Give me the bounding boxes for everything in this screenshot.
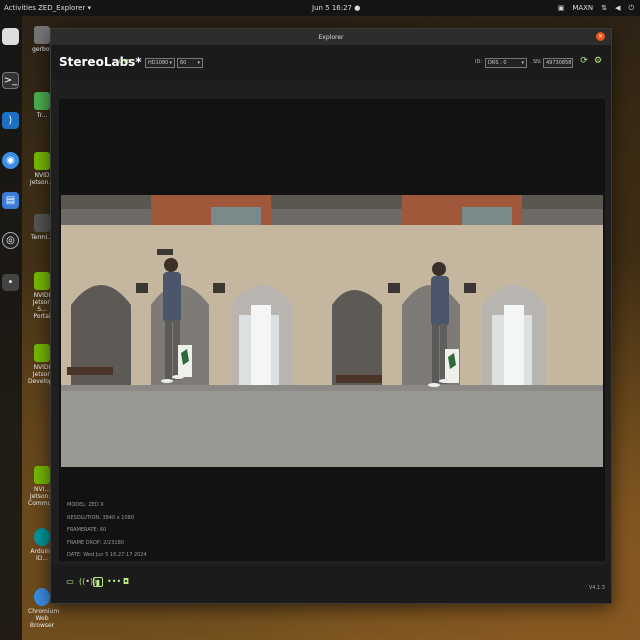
refresh-icon[interactable]: ⟳ <box>579 56 589 66</box>
terminal-icon[interactable]: >_ <box>2 72 19 89</box>
camera-info-overlay: MODEL: ZED X RESOLUTION: 3840 x 1080 FRA… <box>67 499 147 562</box>
network-icon[interactable]: ⇅ <box>601 4 607 12</box>
framerate-info: FRAMERATE: 60 <box>67 527 107 533</box>
power-icon[interactable]: ⏻ <box>628 4 634 13</box>
stream-icon[interactable]: ((•)) <box>79 577 96 587</box>
nvidia-icon <box>34 152 50 170</box>
camera-snapshot-icon[interactable]: ◘ <box>121 577 131 587</box>
folder-icon[interactable]: ▭ <box>65 577 75 587</box>
arduino-icon <box>34 528 50 546</box>
stereo-video-feed[interactable] <box>61 195 603 467</box>
record-icon[interactable]: ▮ <box>93 577 103 587</box>
chevron-down-icon: ▾ <box>521 60 524 66</box>
id-label: ID: <box>475 59 483 65</box>
chromium-icon[interactable]: ◉ <box>2 152 19 169</box>
right-camera-view <box>332 195 603 467</box>
version-label: V4.1.3 <box>588 585 605 591</box>
left-camera-view <box>61 195 332 467</box>
text-editor-icon[interactable]: ▤ <box>2 192 19 209</box>
nvidia-icon <box>34 344 50 362</box>
chevron-down-icon: ▾ <box>197 60 200 66</box>
frame-drop-info: FRAME DROP: 2/23180 <box>67 539 124 546</box>
resolution-info: RESOLUTION: 3840 x 1080 <box>67 514 135 521</box>
right-scene-image <box>332 195 603 467</box>
explorer-window: Explorer × StereoLabs* LIVE HD1080 ▾ 60 … <box>50 28 612 604</box>
more-icon[interactable]: ••• <box>107 577 121 587</box>
nvidia-icon <box>34 466 50 484</box>
fps-select[interactable]: 60 ▾ <box>177 58 203 68</box>
window-title: Explorer <box>318 33 344 41</box>
nvidia-icon <box>34 272 50 290</box>
settings-gear-icon[interactable]: ⚙ <box>593 56 603 66</box>
date-info: DATE: Wed Jun 5 16:27:17 2024 <box>67 552 147 558</box>
toolbar: StereoLabs* LIVE HD1080 ▾ 60 ▾ ID: DRS :… <box>51 45 611 81</box>
tray-icon[interactable]: ▣ <box>558 4 565 12</box>
camera-id-select[interactable]: DRS : 0 ▾ <box>485 58 527 68</box>
zed-explorer-icon[interactable]: • <box>2 274 19 291</box>
obs-icon[interactable]: ◎ <box>2 232 19 249</box>
files-icon[interactable] <box>2 28 19 45</box>
app-menu[interactable]: ZED_Explorer ▾ <box>38 4 91 12</box>
live-indicator: LIVE <box>119 59 130 65</box>
volume-icon[interactable]: ◀ <box>615 4 620 12</box>
video-viewer: MODEL: ZED X RESOLUTION: 3840 x 1080 FRA… <box>59 99 605 561</box>
home-folder-icon <box>34 26 50 44</box>
chevron-down-icon: ▾ <box>169 60 172 66</box>
bottom-toolbar: ▭ ((•)) ▮ ••• ◘ V4.1.3 <box>51 565 611 603</box>
power-mode-label[interactable]: MAXN <box>572 4 593 12</box>
system-tray[interactable]: ▣ MAXN ⇅ ◀ ⏻ <box>558 4 634 13</box>
serial-number-field: 49730858 <box>543 58 573 68</box>
fps-value: 60 <box>180 60 187 66</box>
serial-number-value: 49730858 <box>546 60 572 66</box>
system-top-bar: Activities ZED_Explorer ▾ Jun 5 16:27 ● … <box>0 0 640 16</box>
camera-id-value: DRS : 0 <box>488 60 507 66</box>
vscode-icon[interactable]: ⟩ <box>2 112 19 129</box>
terminal-icon <box>34 214 50 232</box>
window-titlebar[interactable]: Explorer × <box>51 29 611 45</box>
model-info: MODEL: ZED X <box>67 502 104 508</box>
left-scene-image <box>61 195 332 467</box>
trash-icon <box>34 92 50 110</box>
sn-label: SN: <box>533 59 542 65</box>
resolution-value: HD1080 <box>148 60 169 66</box>
chromium-icon <box>34 588 50 606</box>
clock[interactable]: Jun 5 16:27 ● <box>312 4 360 12</box>
activities-button[interactable]: Activities <box>4 4 36 12</box>
close-icon[interactable]: × <box>596 32 605 41</box>
resolution-select[interactable]: HD1080 ▾ <box>145 58 175 68</box>
dock: >_ ⟩ ◉ ▤ ◎ • <box>0 16 22 640</box>
